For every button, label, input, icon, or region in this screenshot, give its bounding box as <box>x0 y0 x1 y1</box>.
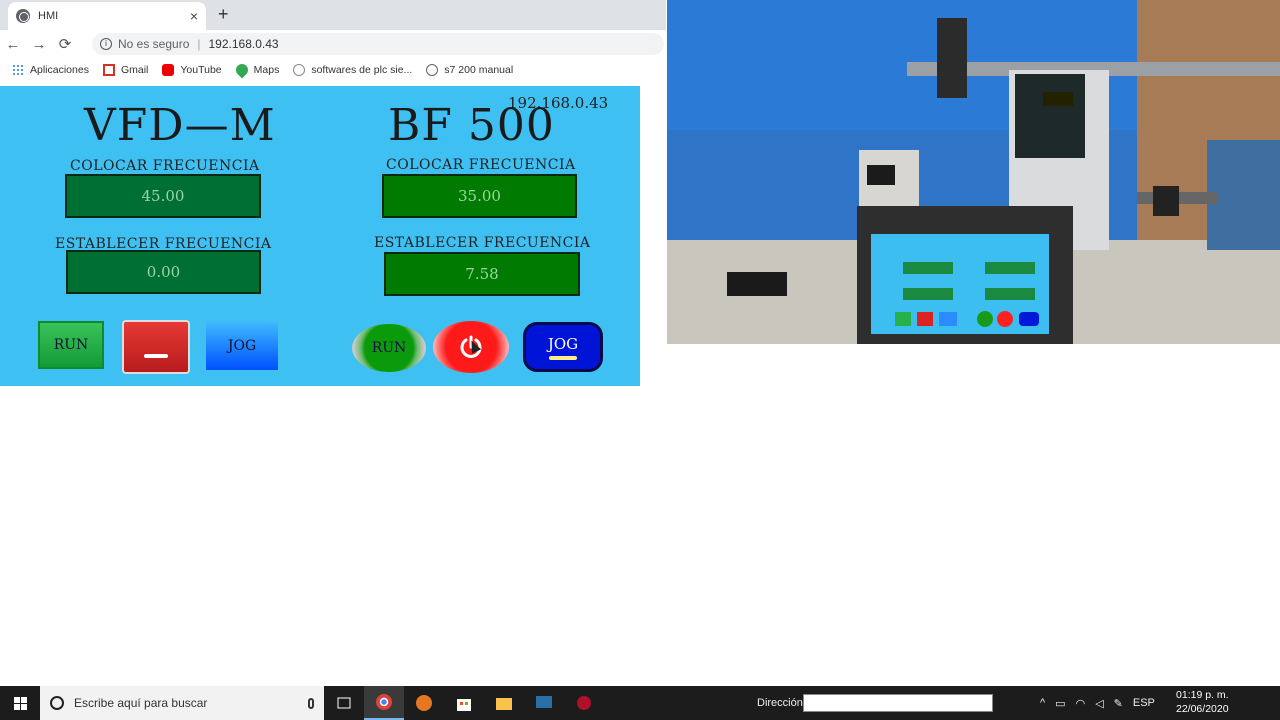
task-view-icon <box>337 697 351 709</box>
bf-jog-label: JOG <box>547 334 579 353</box>
hmi-panel: 192.168.0.43 VFD—M BF 500 COLOCAR FRECUE… <box>0 86 640 386</box>
close-tab-icon[interactable]: × <box>190 8 198 24</box>
url-text[interactable]: 192.168.0.43 <box>209 37 279 51</box>
start-button[interactable] <box>0 686 40 720</box>
bf-jog-button[interactable]: JOG <box>523 322 603 372</box>
battery-icon[interactable]: ▭ <box>1055 697 1065 710</box>
red-app-taskbar-button[interactable] <box>564 686 604 720</box>
info-icon[interactable]: i <box>100 38 112 50</box>
red-app-icon <box>577 696 591 710</box>
bookmark-label: softwares de plc sie... <box>311 64 413 76</box>
maps-icon <box>233 61 251 79</box>
address-bar[interactable]: i No es seguro | 192.168.0.43 <box>92 33 664 55</box>
reload-button[interactable]: ⟳ <box>52 35 78 53</box>
vfd-set-label: COLOCAR FRECUENCIA <box>70 158 260 174</box>
bf-run-button[interactable]: RUN <box>352 324 426 372</box>
clock-date: 22/06/2020 <box>1176 703 1229 715</box>
chevron-up-icon[interactable]: ^ <box>1040 697 1045 709</box>
store-icon <box>457 699 471 711</box>
vfd-frequency-display: 0.00 <box>66 250 261 294</box>
chrome-icon <box>376 694 392 710</box>
bookmark-gmail[interactable]: Gmail <box>102 64 149 76</box>
pen-icon[interactable]: ✎ <box>1114 697 1123 710</box>
browser-window: HMI × + ← → ⟳ i No es seguro | 192.168.0… <box>0 0 666 86</box>
back-button[interactable]: ← <box>0 36 26 53</box>
app-taskbar-button[interactable] <box>524 686 564 720</box>
gmail-icon <box>102 64 115 76</box>
ccleaner-taskbar-button[interactable] <box>404 686 444 720</box>
vfd-stop-button[interactable] <box>122 320 190 374</box>
folder-icon <box>496 698 512 710</box>
volume-icon[interactable]: ◁ <box>1095 697 1103 710</box>
security-label: No es seguro <box>118 37 190 51</box>
system-tray: ^ ▭ ◠ ◁ ✎ ESP <box>1040 689 1155 717</box>
clock-time: 01:19 p. m. <box>1176 689 1229 701</box>
address-toolbar-input[interactable] <box>803 694 993 712</box>
tab-strip: HMI × + <box>0 0 666 30</box>
vfd-jog-button[interactable]: JOG <box>206 322 278 370</box>
bf-set-frequency-input[interactable]: 35.00 <box>382 174 577 218</box>
bookmark-youtube[interactable]: YouTube <box>162 64 222 76</box>
bookmark-maps[interactable]: Maps <box>233 61 280 79</box>
tab-title: HMI <box>38 10 59 22</box>
windows-icon <box>13 696 27 710</box>
wifi-icon[interactable]: ◠ <box>1076 697 1086 710</box>
globe-icon <box>16 9 30 23</box>
bf-est-label: ESTABLECER FRECUENCIA <box>374 235 591 251</box>
address-toolbar-label: Dirección <box>757 697 803 709</box>
new-tab-button[interactable]: + <box>218 4 229 25</box>
search-placeholder: Escribe aquí para buscar <box>74 696 208 710</box>
store-taskbar-button[interactable] <box>444 686 484 720</box>
apps-icon <box>12 64 24 76</box>
bookmark-apps[interactable]: Aplicaciones <box>12 64 89 76</box>
tab-hmi[interactable]: HMI × <box>8 2 206 30</box>
bookmark-label: Maps <box>253 64 280 76</box>
ccleaner-icon <box>416 695 432 711</box>
clock[interactable]: 01:19 p. m. 22/06/2020 <box>1176 688 1229 716</box>
vfd-title: VFD—M <box>84 100 276 151</box>
bookmark-label: Aplicaciones <box>30 64 89 76</box>
browser-toolbar: ← → ⟳ i No es seguro | 192.168.0.43 <box>0 30 666 58</box>
hardware-scene-image <box>667 0 1280 344</box>
youtube-icon <box>162 64 175 76</box>
bf-frequency-display: 7.58 <box>384 252 580 296</box>
chrome-taskbar-button[interactable] <box>364 686 404 720</box>
site-icon <box>293 64 306 76</box>
file-explorer-taskbar-button[interactable] <box>484 686 524 720</box>
taskbar-search[interactable]: Escribe aquí para buscar <box>40 686 324 720</box>
vfd-run-button[interactable]: RUN <box>38 321 104 369</box>
monitor-app-icon <box>536 696 552 708</box>
task-view-button[interactable] <box>324 686 364 720</box>
bf-title: BF 500 <box>388 100 555 151</box>
forward-button[interactable]: → <box>26 36 52 53</box>
camera-video-feed <box>667 0 1280 344</box>
divider: | <box>197 37 201 51</box>
bookmarks-bar: Aplicaciones Gmail YouTube Maps software… <box>0 58 666 82</box>
bookmark-label: Gmail <box>120 64 149 76</box>
site-icon <box>426 64 439 76</box>
language-indicator[interactable]: ESP <box>1133 697 1155 709</box>
bookmark-s7[interactable]: s7 200 manual <box>426 64 513 76</box>
bf-set-label: COLOCAR FRECUENCIA <box>386 157 576 173</box>
bookmark-label: YouTube <box>180 64 222 76</box>
jog-indicator <box>549 355 577 360</box>
microphone-icon[interactable] <box>308 697 314 709</box>
vfd-set-frequency-input[interactable]: 45.00 <box>65 174 261 218</box>
bookmark-plc[interactable]: softwares de plc sie... <box>293 64 412 76</box>
cortana-icon <box>50 696 64 710</box>
bookmark-label: s7 200 manual <box>444 64 514 76</box>
